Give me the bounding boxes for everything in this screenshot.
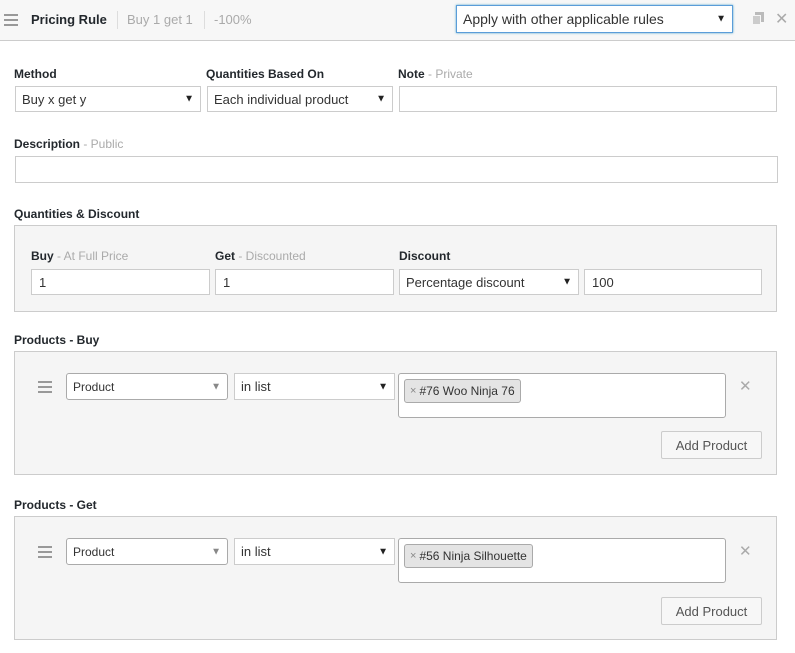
tag-remove-icon[interactable]: × bbox=[410, 385, 416, 397]
tag-remove-icon[interactable]: × bbox=[410, 550, 416, 562]
remove-icon[interactable]: ✕ bbox=[739, 542, 752, 560]
discount-value-input[interactable]: 100 bbox=[584, 269, 762, 295]
quantities-based-on-value: Each individual product bbox=[214, 91, 349, 107]
product-tag-label: #56 Ninja Silhouette bbox=[419, 549, 527, 563]
method-label: Method bbox=[14, 67, 57, 81]
get-sublabel: - Discounted bbox=[235, 249, 306, 263]
product-type-value: Product bbox=[73, 544, 115, 559]
chevron-down-icon: ▼ bbox=[716, 13, 726, 25]
method-select[interactable]: Buy x get y ▼ bbox=[15, 86, 201, 112]
chevron-down-icon: ▼ bbox=[376, 93, 386, 105]
divider bbox=[117, 11, 118, 29]
rule-summary-discount: -100% bbox=[214, 12, 252, 27]
quantities-discount-panel: Buy - At Full Price 1 Get - Discounted 1… bbox=[14, 225, 777, 312]
product-type-select[interactable]: Product ▼ bbox=[66, 373, 228, 400]
discount-type-value: Percentage discount bbox=[406, 274, 525, 290]
buy-label: Buy - At Full Price bbox=[31, 249, 129, 263]
divider bbox=[204, 11, 205, 29]
close-icon[interactable]: ✕ bbox=[775, 9, 788, 29]
quantities-discount-label: Quantities & Discount bbox=[14, 207, 140, 221]
description-input[interactable] bbox=[15, 156, 778, 183]
chevron-down-icon: ▼ bbox=[378, 546, 388, 557]
product-tag: × #76 Woo Ninja 76 bbox=[404, 379, 521, 403]
chevron-down-icon: ▼ bbox=[184, 93, 194, 105]
add-product-button[interactable]: Add Product bbox=[661, 431, 762, 459]
exclusivity-value: Apply with other applicable rules bbox=[463, 11, 664, 27]
product-type-select[interactable]: Product ▼ bbox=[66, 538, 228, 565]
get-label: Get - Discounted bbox=[215, 249, 306, 263]
discount-type-select[interactable]: Percentage discount ▼ bbox=[399, 269, 579, 295]
products-buy-label: Products - Buy bbox=[14, 333, 100, 347]
product-type-value: Product bbox=[73, 379, 115, 394]
description-label: Description - Public bbox=[14, 137, 124, 151]
drag-handle-icon[interactable] bbox=[38, 381, 53, 393]
rule-header[interactable]: Pricing Rule Buy 1 get 1 -100% Apply wit… bbox=[0, 0, 795, 41]
product-list-field[interactable]: × #76 Woo Ninja 76 bbox=[398, 373, 726, 418]
products-buy-panel: Product ▼ in list ▼ × #76 Woo Ninja 76 ✕ … bbox=[14, 351, 777, 475]
drag-handle-icon[interactable] bbox=[38, 546, 53, 558]
note-sublabel: - Private bbox=[424, 67, 473, 81]
product-condition-value: in list bbox=[241, 379, 271, 394]
get-quantity-input[interactable]: 1 bbox=[215, 269, 394, 295]
product-tag: × #56 Ninja Silhouette bbox=[404, 544, 533, 568]
remove-icon[interactable]: ✕ bbox=[739, 377, 752, 395]
quantities-based-on-select[interactable]: Each individual product ▼ bbox=[207, 86, 393, 112]
products-get-panel: Product ▼ in list ▼ × #56 Ninja Silhouett… bbox=[14, 516, 777, 640]
product-condition-value: in list bbox=[241, 544, 271, 559]
description-sublabel: - Public bbox=[80, 137, 124, 151]
add-product-button[interactable]: Add Product bbox=[661, 597, 762, 625]
chevron-down-icon: ▼ bbox=[562, 276, 572, 288]
chevron-down-icon: ▼ bbox=[211, 546, 221, 557]
product-condition-select[interactable]: in list ▼ bbox=[234, 373, 395, 400]
rule-summary-method: Buy 1 get 1 bbox=[127, 12, 193, 27]
note-input[interactable] bbox=[399, 86, 777, 112]
exclusivity-select[interactable]: Apply with other applicable rules ▼ bbox=[456, 5, 733, 33]
products-get-label: Products - Get bbox=[14, 498, 97, 512]
duplicate-icon[interactable] bbox=[752, 12, 764, 26]
quantities-based-on-label: Quantities Based On bbox=[206, 67, 325, 81]
chevron-down-icon: ▼ bbox=[211, 381, 221, 392]
buy-sublabel: - At Full Price bbox=[53, 249, 129, 263]
product-list-field[interactable]: × #56 Ninja Silhouette bbox=[398, 538, 726, 583]
chevron-down-icon: ▼ bbox=[378, 381, 388, 392]
rule-title: Pricing Rule bbox=[31, 12, 107, 27]
product-tag-label: #76 Woo Ninja 76 bbox=[419, 384, 515, 398]
product-condition-select[interactable]: in list ▼ bbox=[234, 538, 395, 565]
discount-label: Discount bbox=[399, 249, 451, 263]
buy-quantity-input[interactable]: 1 bbox=[31, 269, 210, 295]
method-value: Buy x get y bbox=[22, 91, 87, 107]
hamburger-icon[interactable] bbox=[4, 13, 19, 27]
note-label: Note - Private bbox=[398, 67, 473, 81]
